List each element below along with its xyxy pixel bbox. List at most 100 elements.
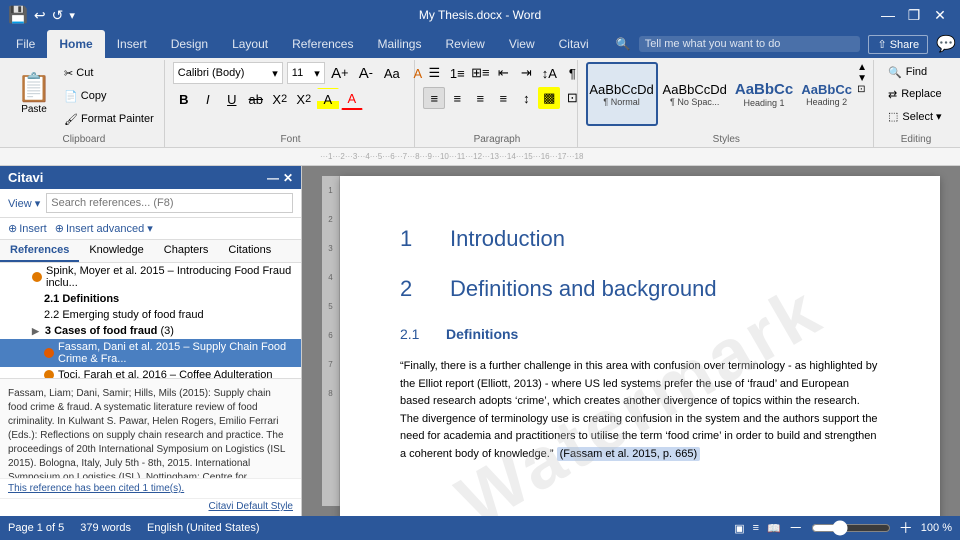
align-center-btn[interactable]: ≡ — [446, 87, 468, 109]
zoom-slider[interactable] — [811, 520, 891, 536]
strikethrough-btn[interactable]: ab — [245, 88, 267, 110]
zoom-in-btn[interactable]: ＋ — [899, 518, 913, 538]
share-btn[interactable]: ⇧ Share — [868, 35, 928, 54]
layout-web-icon[interactable]: ≡ — [753, 522, 759, 534]
tab-home[interactable]: Home — [47, 30, 104, 58]
paste-btn[interactable]: 📋 Paste — [10, 62, 58, 126]
list-item[interactable]: 2.1 Definitions — [0, 291, 301, 307]
replace-btn[interactable]: ⇄ Replace — [882, 84, 948, 104]
word-count: 379 words — [80, 522, 131, 534]
change-case-btn[interactable]: Aa — [381, 62, 403, 84]
superscript-btn[interactable]: X2 — [293, 88, 315, 110]
citavi-tabs: References Knowledge Chapters Citations — [0, 240, 301, 263]
style-heading1-label: Heading 1 — [744, 98, 785, 108]
restore-btn[interactable]: ❐ — [902, 3, 926, 27]
styles-up-arrow[interactable]: ▲ — [857, 62, 867, 73]
doc-body-text[interactable]: “Finally, there is a further challenge i… — [400, 358, 880, 464]
style-heading1[interactable]: AaBbCc Heading 1 — [732, 62, 796, 126]
layout-read-icon[interactable]: 📖 — [767, 522, 781, 535]
format-painter-btn[interactable]: 🖌 Format Painter — [60, 108, 158, 130]
tab-file[interactable]: File — [4, 30, 47, 58]
style-nospace[interactable]: AaBbCcDd ¶ No Spac... — [660, 62, 730, 126]
subscript-btn[interactable]: X2 — [269, 88, 291, 110]
doc-page[interactable]: Watermark 1 Introduction 2 Definitions a… — [340, 176, 940, 516]
font-size-selector[interactable]: 11 ▾ — [287, 62, 325, 84]
citavi-tab-references[interactable]: References — [0, 240, 79, 262]
citavi-search-input[interactable] — [46, 193, 293, 213]
comments-icon[interactable]: 💬 — [936, 34, 956, 54]
tab-mailings[interactable]: Mailings — [365, 30, 433, 58]
tab-review[interactable]: Review — [433, 30, 496, 58]
zoom-out-btn[interactable]: － — [789, 518, 803, 538]
list-item[interactable]: 2.2 Emerging study of food fraud — [0, 307, 301, 323]
tab-insert[interactable]: Insert — [105, 30, 159, 58]
text-highlight-btn[interactable]: A — [317, 88, 339, 110]
shading-btn[interactable]: ▩ — [538, 87, 560, 109]
citavi-view-btn[interactable]: View ▾ — [8, 197, 40, 210]
citavi-title: Citavi — [8, 170, 43, 185]
ref-dot — [44, 348, 54, 358]
tab-design[interactable]: Design — [159, 30, 220, 58]
increase-indent-btn[interactable]: ⇥ — [515, 62, 537, 84]
citavi-header: Citavi — ✕ — [0, 166, 301, 189]
select-label: Select ▾ — [902, 110, 941, 123]
styles-down-arrow[interactable]: ▼ — [857, 73, 867, 84]
justify-btn[interactable]: ≡ — [492, 87, 514, 109]
styles-scroll[interactable]: ▲ ▼ ⊡ — [857, 62, 867, 95]
style-heading2[interactable]: AaBbCc Heading 2 — [798, 62, 855, 126]
page-margin: 12345678 — [322, 176, 340, 506]
tab-view[interactable]: View — [497, 30, 547, 58]
layout-print-icon[interactable]: ▣ — [734, 522, 744, 535]
doc-citation[interactable]: (Fassam et al. 2015, p. 665) — [557, 447, 701, 461]
style-normal[interactable]: AaBbCcDd ¶ Normal — [586, 62, 658, 126]
numbering-btn[interactable]: 1≡ — [446, 62, 468, 84]
shrink-font-btn[interactable]: A- — [355, 62, 377, 84]
tab-layout[interactable]: Layout — [220, 30, 280, 58]
bullets-btn[interactable]: ☰ — [423, 62, 445, 84]
bold-btn[interactable]: B — [173, 88, 195, 110]
word-icon: 💾 — [8, 5, 28, 25]
citavi-tab-chapters[interactable]: Chapters — [154, 240, 219, 262]
list-item[interactable]: ▶ 3 Cases of food fraud (3) — [0, 323, 301, 339]
expand-arrow[interactable]: ▶ — [32, 326, 39, 337]
body-quote: “Finally, there is a further challenge i… — [400, 360, 878, 460]
select-btn[interactable]: ⬚ Select ▾ — [882, 106, 948, 126]
find-btn[interactable]: 🔍 Find — [882, 62, 933, 82]
tab-citavi[interactable]: Citavi — [547, 30, 601, 58]
grow-font-btn[interactable]: A+ — [329, 62, 351, 84]
align-left-btn[interactable]: ≡ — [423, 87, 445, 109]
find-icon: 🔍 — [888, 66, 902, 79]
clipboard-content: 📋 Paste ✂ Cut 📄 Copy 🖌 Format Painter — [10, 62, 158, 132]
clipboard-label: Clipboard — [10, 132, 158, 145]
line-spacing-btn[interactable]: ↕ — [515, 87, 537, 109]
citavi-close-btn[interactable]: ✕ — [283, 171, 293, 185]
styles-expand-arrow[interactable]: ⊡ — [857, 84, 867, 95]
redo-btn[interactable]: ↺ — [52, 7, 64, 24]
ref-text: Fassam, Dani et al. 2015 – Supply Chain … — [58, 341, 293, 365]
font-name-selector[interactable]: Calibri (Body) ▾ — [173, 62, 283, 84]
ribbon-search[interactable]: Tell me what you want to do — [639, 36, 861, 52]
citavi-list: Spink, Moyer et al. 2015 – Introducing F… — [0, 263, 301, 378]
decrease-indent-btn[interactable]: ⇤ — [492, 62, 514, 84]
citavi-pin-btn[interactable]: — — [267, 171, 279, 185]
tab-references[interactable]: References — [280, 30, 365, 58]
sort-btn[interactable]: ↕A — [538, 62, 560, 84]
copy-btn[interactable]: 📄 Copy — [60, 85, 158, 107]
minimize-btn[interactable]: — — [876, 3, 900, 27]
align-right-btn[interactable]: ≡ — [469, 87, 491, 109]
citavi-tab-citations[interactable]: Citations — [218, 240, 281, 262]
list-item[interactable]: Spink, Moyer et al. 2015 – Introducing F… — [0, 263, 301, 291]
undo-btn[interactable]: ↩ — [34, 7, 46, 24]
list-item[interactable]: Toci, Farah et al. 2016 – Coffee Adulter… — [0, 367, 301, 378]
italic-btn[interactable]: I — [197, 88, 219, 110]
list-item[interactable]: Fassam, Dani et al. 2015 – Supply Chain … — [0, 339, 301, 367]
citavi-insert-btn[interactable]: ⊕ Insert — [8, 222, 47, 235]
cut-btn[interactable]: ✂ Cut — [60, 62, 158, 84]
close-btn[interactable]: ✕ — [928, 3, 952, 27]
underline-btn[interactable]: U — [221, 88, 243, 110]
citavi-insert-advanced-btn[interactable]: ⊕ Insert advanced ▾ — [55, 222, 153, 235]
multilevel-btn[interactable]: ⊞≡ — [469, 62, 491, 84]
citavi-tab-knowledge[interactable]: Knowledge — [79, 240, 153, 262]
font-color-btn[interactable]: A — [341, 88, 363, 110]
customize-btn[interactable]: ▾ — [69, 9, 75, 22]
